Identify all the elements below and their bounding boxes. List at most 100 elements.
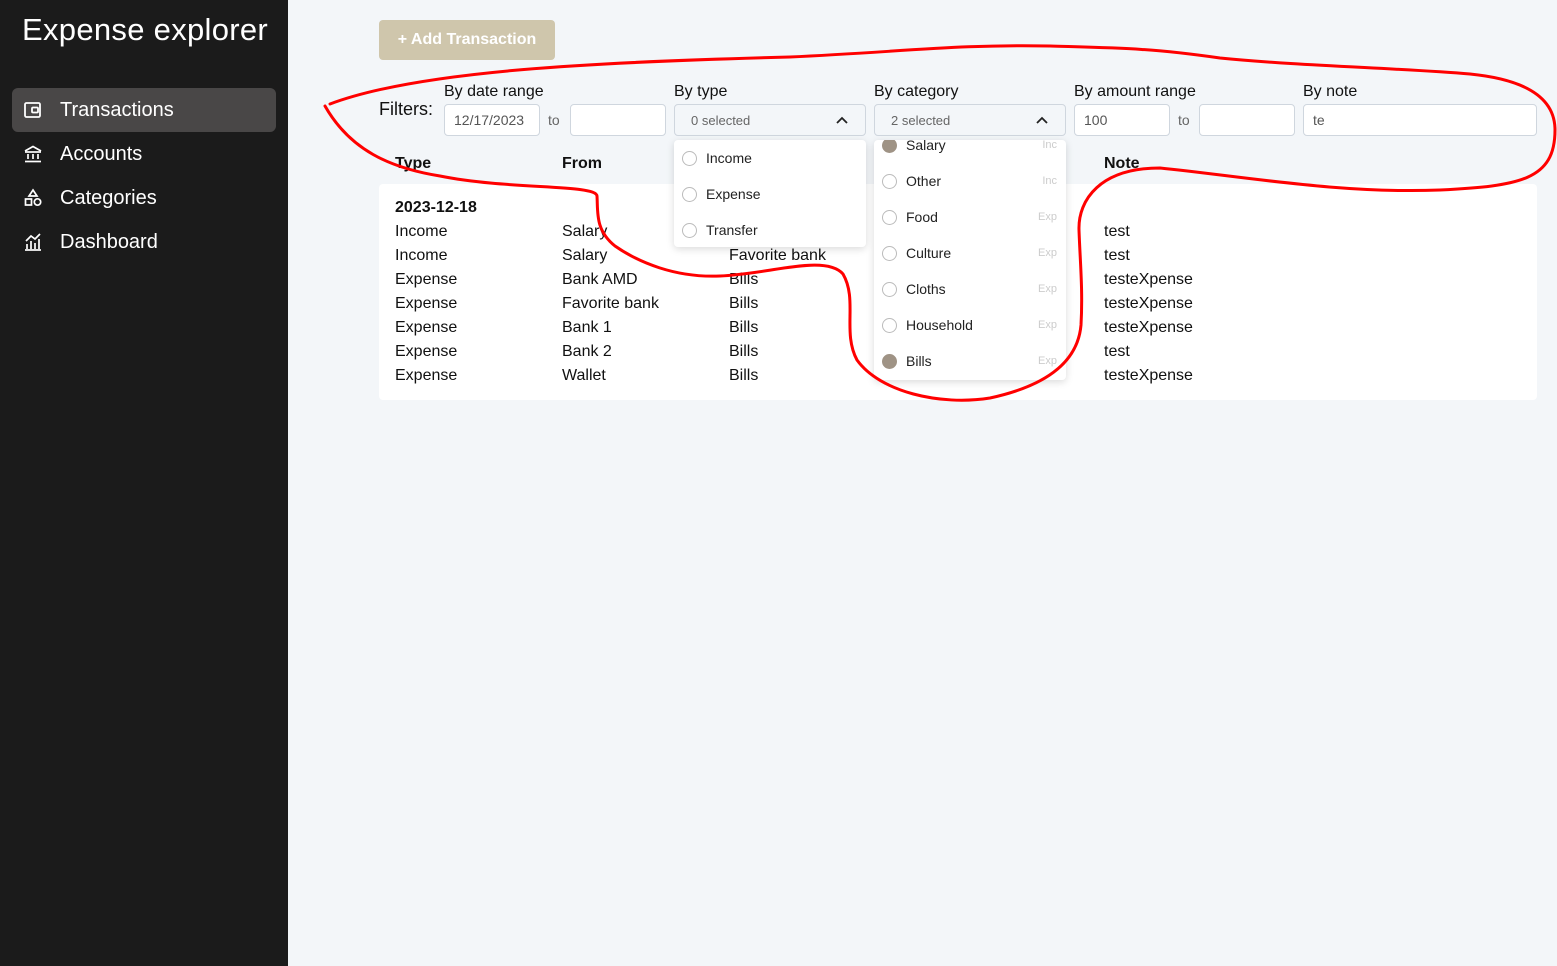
category-option-tag: Exp — [1038, 211, 1057, 223]
cell-from: Bank 2 — [562, 343, 612, 360]
cell-type: Income — [395, 223, 448, 240]
date-to-input[interactable] — [570, 104, 666, 136]
column-header-type: Type — [395, 155, 432, 172]
app-title: Expense explorer — [22, 12, 269, 47]
date-range-label: By date range — [444, 83, 544, 100]
cell-to: Bills — [729, 295, 759, 312]
cell-to: Bills — [729, 271, 759, 288]
category-option-household[interactable]: Household Exp — [874, 307, 1066, 343]
chart-icon — [22, 231, 44, 253]
wallet-icon — [22, 99, 44, 121]
cell-type: Expense — [395, 319, 458, 336]
category-option-tag: Exp — [1038, 319, 1057, 331]
cell-type: Expense — [395, 295, 458, 312]
sidebar-nav: Transactions Accounts Categories Dashboa… — [12, 88, 276, 264]
category-filter-summary: 2 selected — [891, 112, 951, 128]
category-filter-menu: Salary Inc Other Inc Food Exp Culture Ex… — [874, 140, 1066, 380]
cell-from: Bank 1 — [562, 319, 612, 336]
category-filter-select[interactable]: 2 selected — [874, 104, 1066, 136]
category-option-label: Bills — [906, 353, 932, 369]
type-option-checkbox[interactable] — [682, 186, 697, 202]
column-header-from: From — [562, 155, 602, 172]
type-filter-select[interactable]: 0 selected — [674, 104, 866, 136]
cell-from: Salary — [562, 247, 608, 264]
cell-note: testeXpense — [1104, 319, 1193, 336]
category-option-other[interactable]: Other Inc — [874, 163, 1066, 199]
bank-icon — [22, 143, 44, 165]
cell-from: Salary — [562, 223, 608, 240]
category-option-salary[interactable]: Salary Inc — [874, 140, 1066, 163]
amount-range-label: By amount range — [1074, 83, 1196, 100]
sidebar-item-accounts[interactable]: Accounts — [12, 132, 276, 176]
category-option-label: Other — [906, 173, 942, 189]
date-from-input[interactable] — [444, 104, 540, 136]
category-option-label: Household — [906, 317, 973, 333]
category-option-tag: Inc — [1042, 140, 1057, 151]
type-filter-label: By type — [674, 83, 728, 100]
category-option-tag: Exp — [1038, 247, 1057, 259]
category-option-tag: Exp — [1038, 283, 1057, 295]
cell-to: Bills — [729, 367, 759, 384]
category-option-checkbox[interactable] — [882, 317, 897, 333]
category-option-checkbox[interactable] — [882, 281, 897, 297]
cell-note: testeXpense — [1104, 295, 1193, 312]
cell-from: Favorite bank — [562, 295, 659, 312]
category-option-label: Culture — [906, 245, 952, 261]
type-option-expense[interactable]: Expense — [674, 176, 866, 212]
add-transaction-button[interactable]: + Add Transaction — [379, 20, 555, 60]
cell-from: Bank AMD — [562, 271, 638, 288]
chevron-up-icon — [1036, 116, 1048, 124]
type-option-checkbox[interactable] — [682, 222, 697, 238]
category-option-tag: Exp — [1038, 355, 1057, 367]
sidebar-item-transactions[interactable]: Transactions — [12, 88, 276, 132]
cell-note: testeXpense — [1104, 271, 1193, 288]
type-filter-summary: 0 selected — [691, 112, 751, 128]
cell-type: Expense — [395, 343, 458, 360]
cell-note: testeXpense — [1104, 367, 1193, 384]
type-option-checkbox[interactable] — [682, 150, 697, 166]
date-to-label: to — [548, 112, 560, 128]
cell-to: Bills — [729, 343, 759, 360]
column-header-note: Note — [1104, 155, 1140, 172]
date-group-heading: 2023-12-18 — [395, 199, 477, 216]
sidebar-item-label: Accounts — [60, 142, 143, 165]
cell-to: Bills — [729, 319, 759, 336]
type-option-label: Expense — [706, 186, 761, 202]
category-option-tag: Inc — [1042, 175, 1057, 187]
category-option-culture[interactable]: Culture Exp — [874, 235, 1066, 271]
filters-label: Filters: — [379, 99, 433, 119]
sidebar: Expense explorer Transactions Accounts C… — [0, 0, 288, 966]
category-option-checkbox[interactable] — [882, 245, 897, 261]
category-option-checkbox[interactable] — [882, 140, 897, 153]
category-option-food[interactable]: Food Exp — [874, 199, 1066, 235]
type-filter-menu: Income Expense Transfer — [674, 140, 866, 247]
category-option-label: Food — [906, 209, 938, 225]
type-option-label: Income — [706, 150, 752, 166]
type-option-label: Transfer — [706, 222, 758, 238]
cell-from: Wallet — [562, 367, 606, 384]
note-filter-label: By note — [1303, 83, 1358, 100]
cell-note: test — [1104, 223, 1130, 240]
cell-type: Expense — [395, 271, 458, 288]
amount-from-input[interactable] — [1074, 104, 1170, 136]
sidebar-item-categories[interactable]: Categories — [12, 176, 276, 220]
category-option-label: Salary — [906, 140, 946, 153]
shapes-icon — [22, 187, 44, 209]
chevron-up-icon — [836, 116, 848, 124]
category-option-checkbox[interactable] — [882, 209, 897, 225]
sidebar-item-dashboard[interactable]: Dashboard — [12, 220, 276, 264]
type-option-income[interactable]: Income — [674, 140, 866, 176]
amount-to-label: to — [1178, 112, 1190, 128]
amount-to-input[interactable] — [1199, 104, 1295, 136]
category-option-checkbox[interactable] — [882, 173, 897, 189]
note-filter-input[interactable] — [1303, 104, 1537, 136]
sidebar-item-label: Categories — [60, 186, 157, 209]
cell-note: test — [1104, 343, 1130, 360]
category-option-bills[interactable]: Bills Exp — [874, 343, 1066, 379]
category-option-cloths[interactable]: Cloths Exp — [874, 271, 1066, 307]
type-option-transfer[interactable]: Transfer — [674, 212, 866, 247]
category-option-checkbox[interactable] — [882, 353, 897, 369]
cell-to: Favorite bank — [729, 247, 826, 264]
sidebar-item-label: Transactions — [60, 98, 174, 121]
cell-type: Expense — [395, 367, 458, 384]
